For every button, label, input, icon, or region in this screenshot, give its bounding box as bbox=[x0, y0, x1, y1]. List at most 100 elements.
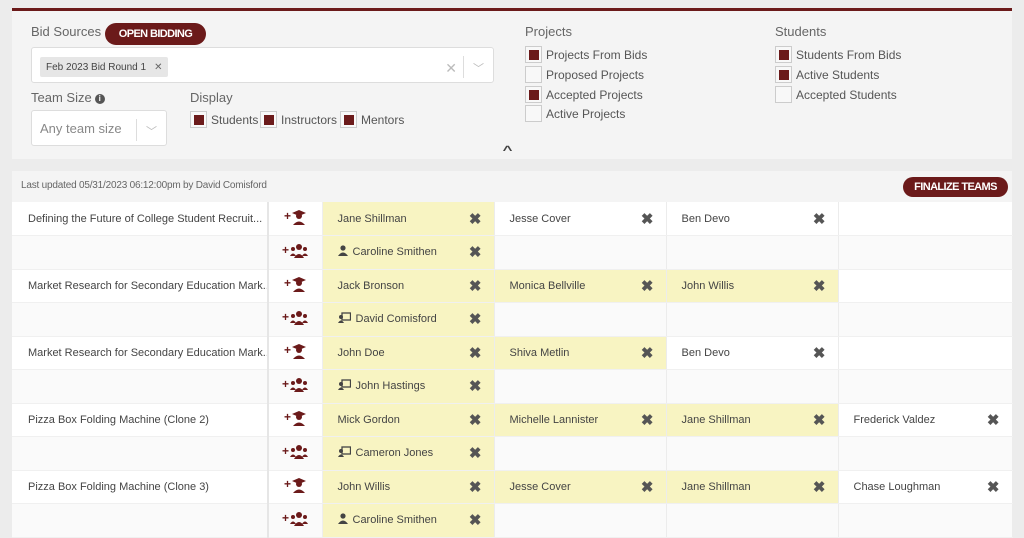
project-name[interactable]: Market Research for Secondary Education … bbox=[12, 269, 269, 303]
member-name-text: Jane Shillman bbox=[681, 413, 751, 426]
team-row: Market Research for Secondary Education … bbox=[12, 336, 1013, 370]
member: Mick Gordon ✖ bbox=[338, 411, 482, 429]
member-name: Ben Devo bbox=[682, 347, 730, 359]
remove-member-icon[interactable]: ✖ bbox=[813, 411, 826, 429]
remove-member-icon[interactable]: ✖ bbox=[987, 411, 1000, 429]
member-name: Ben Devo bbox=[682, 213, 730, 225]
project-name[interactable]: Pizza Box Folding Machine (Clone 2) bbox=[12, 403, 269, 437]
checkbox-box[interactable] bbox=[340, 111, 357, 128]
checkbox-box[interactable] bbox=[525, 66, 542, 83]
checkbox-box[interactable] bbox=[775, 46, 792, 63]
checkbox-box[interactable] bbox=[260, 111, 277, 128]
checkbox-box[interactable] bbox=[525, 86, 542, 103]
add-student-icon[interactable]: + bbox=[284, 276, 307, 293]
project-name[interactable]: Pizza Box Folding Machine (Clone 3) bbox=[12, 470, 269, 504]
remove-member-icon[interactable]: ✖ bbox=[987, 478, 1000, 496]
clear-icon[interactable]: ✕ bbox=[445, 60, 457, 77]
remove-member-icon[interactable]: ✖ bbox=[469, 277, 482, 295]
checkbox-mentors[interactable]: Mentors bbox=[340, 111, 404, 128]
remove-member-icon[interactable]: ✖ bbox=[469, 411, 482, 429]
checkbox-accepted-projects[interactable]: Accepted Projects bbox=[525, 86, 643, 103]
project-name[interactable]: Defining the Future of College Student R… bbox=[12, 202, 269, 236]
add-staff-icon[interactable]: + bbox=[282, 444, 309, 460]
display-label: Display bbox=[190, 90, 233, 105]
remove-member-icon[interactable]: ✖ bbox=[813, 478, 826, 496]
checkbox-label: Accepted Students bbox=[796, 87, 897, 102]
member: Monica Bellville ✖ bbox=[510, 277, 654, 295]
member-name-text: John Willis bbox=[681, 279, 735, 292]
checkbox-box[interactable] bbox=[525, 46, 542, 63]
remove-member-icon[interactable]: ✖ bbox=[469, 310, 482, 328]
remove-member-icon[interactable]: ✖ bbox=[641, 411, 654, 429]
empty-cell bbox=[838, 302, 1013, 337]
remove-member-icon[interactable]: ✖ bbox=[469, 444, 482, 462]
open-bidding-button[interactable]: OPEN BIDDING bbox=[105, 23, 206, 45]
remove-member-icon[interactable]: ✖ bbox=[469, 511, 482, 529]
remove-member-icon[interactable]: ✖ bbox=[813, 210, 826, 228]
empty-cell bbox=[838, 369, 1013, 404]
remove-member-icon[interactable]: ✖ bbox=[469, 210, 482, 228]
checkbox-active-students[interactable]: Active Students bbox=[775, 66, 879, 83]
add-student-icon[interactable]: + bbox=[284, 343, 307, 360]
chevron-down-icon[interactable]: ﹀ bbox=[473, 60, 484, 76]
member: Frederick Valdez ✖ bbox=[854, 411, 1000, 429]
info-icon[interactable]: i bbox=[94, 94, 105, 104]
chevron-down-icon[interactable]: ﹀ bbox=[146, 123, 157, 139]
member-name-text: Frederick Valdez bbox=[853, 413, 936, 426]
checkbox-label: Projects From Bids bbox=[546, 47, 648, 62]
remove-member-icon[interactable]: ✖ bbox=[641, 210, 654, 228]
remove-member-icon[interactable]: ✖ bbox=[469, 478, 482, 496]
checkbox-accepted-students[interactable]: Accepted Students bbox=[775, 86, 897, 103]
remove-member-icon[interactable]: ✖ bbox=[641, 277, 654, 295]
checkbox-students[interactable]: Students bbox=[190, 111, 258, 128]
checkbox-active-projects[interactable]: Active Projects bbox=[525, 105, 625, 122]
checkbox-projects-from-bids[interactable]: Projects From Bids bbox=[525, 46, 647, 63]
add-staff-icon[interactable]: + bbox=[282, 243, 309, 259]
add-staff-icon[interactable]: + bbox=[282, 377, 309, 393]
member: Ben Devo ✖ bbox=[682, 210, 826, 228]
remove-member-icon[interactable]: ✖ bbox=[469, 243, 482, 261]
checkbox-box[interactable] bbox=[775, 66, 792, 83]
empty-cell bbox=[838, 202, 1013, 236]
remove-member-icon[interactable]: ✖ bbox=[813, 344, 826, 362]
empty-cell bbox=[666, 369, 839, 404]
member-name: Monica Bellville bbox=[510, 280, 586, 292]
chevron-up-icon[interactable]: ^ bbox=[503, 143, 513, 157]
member-name: Jesse Cover bbox=[510, 213, 571, 225]
remove-member-icon[interactable]: ✖ bbox=[469, 344, 482, 362]
checkbox-proposed-projects[interactable]: Proposed Projects bbox=[525, 66, 644, 83]
checkbox-label: Students bbox=[211, 112, 259, 127]
checkbox-students-from-bids[interactable]: Students From Bids bbox=[775, 46, 901, 63]
member: Michelle Lannister ✖ bbox=[510, 411, 654, 429]
svg-text:+: + bbox=[284, 477, 291, 491]
checkbox-box[interactable] bbox=[525, 105, 542, 122]
add-student-icon[interactable]: + bbox=[284, 209, 307, 225]
team-row: Pizza Box Folding Machine (Clone 3) + John… bbox=[12, 470, 1013, 504]
project-name[interactable]: Market Research for Secondary Education … bbox=[12, 336, 269, 370]
checkbox-box[interactable] bbox=[190, 111, 207, 128]
remove-tag-icon[interactable]: ✕ bbox=[154, 62, 162, 73]
add-staff-icon[interactable]: + bbox=[282, 310, 309, 326]
project-spacer bbox=[12, 235, 269, 270]
member-name: Jesse Cover bbox=[510, 481, 571, 493]
mentor-icon bbox=[337, 513, 348, 527]
member-cell: John Willis ✖ bbox=[322, 470, 495, 504]
checkbox-box[interactable] bbox=[775, 86, 792, 103]
add-staff-icon[interactable]: + bbox=[282, 511, 309, 527]
finalize-teams-button[interactable]: FINALIZE TEAMS bbox=[903, 177, 1008, 197]
team-size-select[interactable]: Any team size ﹀ bbox=[31, 110, 167, 146]
remove-member-icon[interactable]: ✖ bbox=[641, 344, 654, 362]
remove-member-icon[interactable]: ✖ bbox=[469, 377, 482, 395]
remove-member-icon[interactable]: ✖ bbox=[813, 277, 826, 295]
remove-member-icon[interactable]: ✖ bbox=[641, 478, 654, 496]
bid-sources-select[interactable]: Feb 2023 Bid Round 1 ✕ ✕ ﹀ bbox=[31, 47, 494, 83]
member-cell: Ben Devo ✖ bbox=[666, 202, 839, 236]
empty-cell bbox=[494, 369, 667, 404]
member-name-text: John Doe bbox=[337, 346, 385, 359]
member-cell: Caroline Smithen ✖ bbox=[322, 235, 495, 270]
checkbox-instructors[interactable]: Instructors bbox=[260, 111, 337, 128]
add-student-icon[interactable]: + bbox=[284, 477, 307, 494]
member-name-text: John Willis bbox=[337, 480, 391, 493]
member: Jesse Cover ✖ bbox=[510, 210, 654, 228]
add-student-icon[interactable]: + bbox=[284, 410, 307, 427]
